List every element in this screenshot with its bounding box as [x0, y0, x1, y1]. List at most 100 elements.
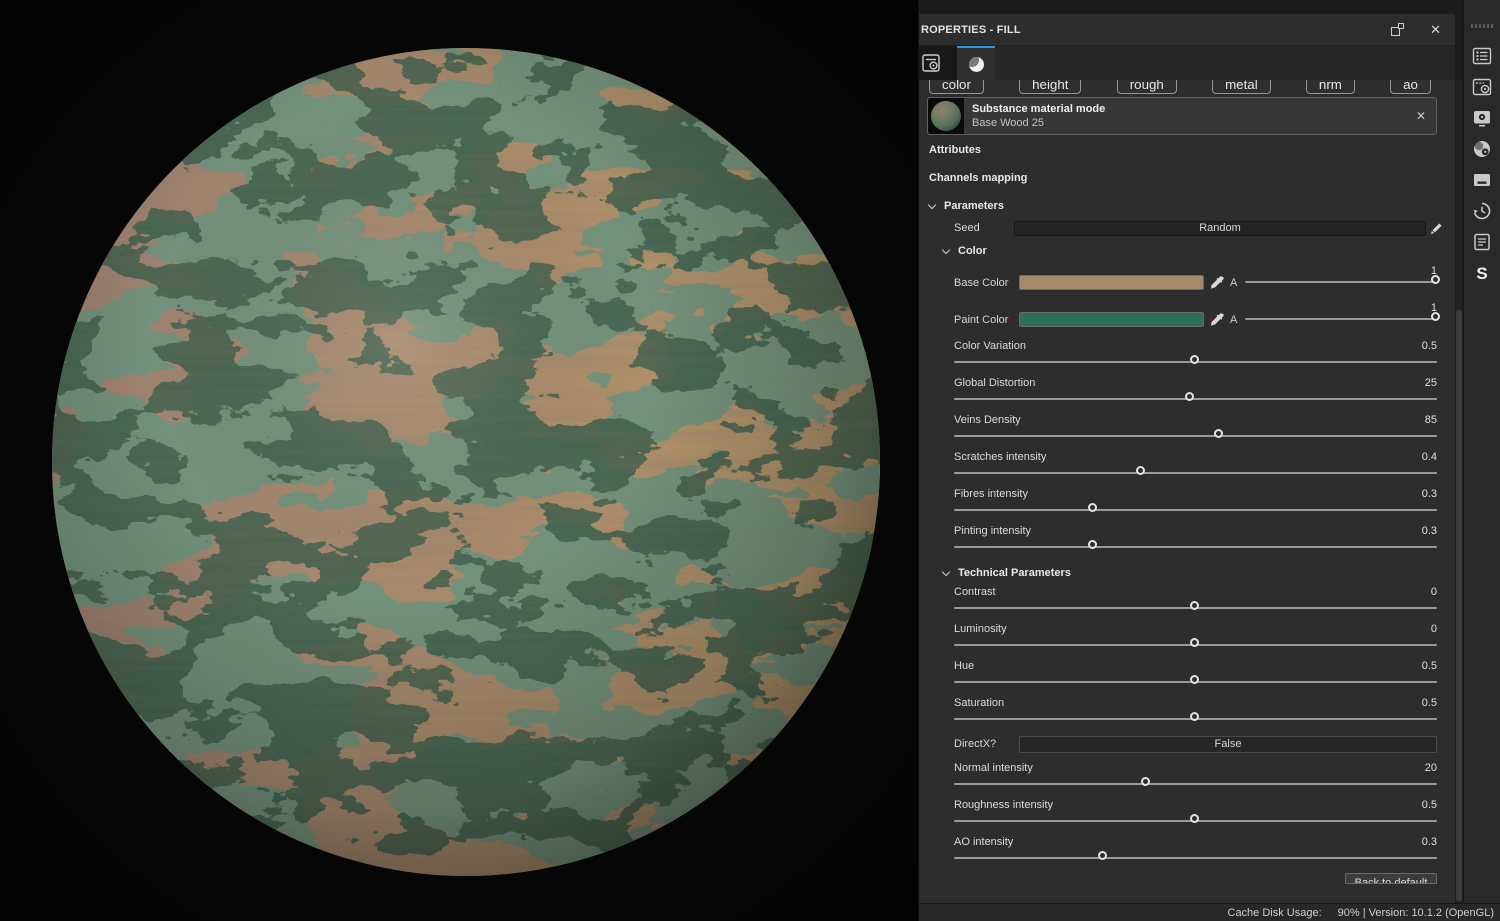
- section-technical-parameters[interactable]: Technical Parameters: [919, 562, 1455, 584]
- tab-material-preview[interactable]: [957, 46, 995, 80]
- viewer-icon[interactable]: [1470, 168, 1494, 192]
- section-channels-mapping[interactable]: Channels mapping: [919, 165, 1455, 191]
- slider-luminosity: Luminosity 0: [919, 621, 1455, 654]
- slider-pinting-intensity: Pinting intensity 0.3: [919, 523, 1455, 556]
- undock-icon[interactable]: [1391, 23, 1405, 36]
- slider[interactable]: [954, 776, 1437, 793]
- directx-dropdown[interactable]: False: [1019, 735, 1437, 753]
- slider-color-variation: Color Variation 0.5: [919, 338, 1455, 371]
- slider-veins-density: Veins Density 85: [919, 412, 1455, 445]
- status-bar: Cache Disk Usage: 90% | Version: 10.1.2 …: [919, 903, 1500, 921]
- section-parameters[interactable]: Parameters: [919, 193, 1455, 219]
- material-card[interactable]: Substance material mode Base Wood 25 ✕: [927, 97, 1437, 135]
- section-color[interactable]: Color: [919, 238, 1455, 264]
- material-mode-label: Substance material mode: [972, 103, 1106, 115]
- channel-metal-button[interactable]: metal: [1212, 80, 1271, 94]
- channel-color-button[interactable]: color: [929, 80, 984, 94]
- paint-color-alpha-value: 1: [1430, 302, 1437, 314]
- panel-scrollbar[interactable]: [1455, 0, 1463, 903]
- material-remove-icon[interactable]: ✕: [1416, 109, 1426, 123]
- base-color-alpha-slider[interactable]: [1245, 274, 1440, 291]
- slider[interactable]: [954, 850, 1437, 867]
- log-icon[interactable]: [1470, 230, 1494, 254]
- slider-handle[interactable]: [1088, 540, 1098, 549]
- slider[interactable]: [954, 354, 1437, 371]
- slider-global-distortion: Global Distortion 25: [919, 375, 1455, 408]
- channel-buttons: color height rough metal nrm ao: [919, 80, 1455, 94]
- channel-rough-button[interactable]: rough: [1116, 80, 1177, 94]
- alpha-label: A: [1230, 313, 1238, 326]
- chevron-down-icon: [941, 245, 951, 254]
- eyedropper-icon[interactable]: [1211, 276, 1224, 289]
- material-sphere-preview: [52, 48, 880, 876]
- section-attributes[interactable]: Attributes: [919, 137, 1455, 163]
- slider[interactable]: [954, 428, 1437, 445]
- slider-handle[interactable]: [1189, 675, 1199, 684]
- slider[interactable]: [954, 600, 1437, 617]
- slider-fibres-intensity: Fibres intensity 0.3: [919, 486, 1455, 519]
- viewport-3d[interactable]: [0, 0, 918, 921]
- slider-handle[interactable]: [1097, 851, 1107, 860]
- properties-panel: ROPERTIES - FILL ✕ color height rough me…: [919, 0, 1455, 903]
- substance-logo-icon[interactable]: S: [1470, 261, 1494, 285]
- eyedropper-icon[interactable]: [1211, 313, 1224, 326]
- channel-height-button[interactable]: height: [1019, 80, 1082, 94]
- back-to-default-button[interactable]: Back to default values: [1345, 873, 1437, 884]
- panel-title: ROPERTIES - FILL: [921, 23, 1021, 36]
- slider-handle[interactable]: [1189, 601, 1199, 610]
- slider-roughness-intensity: Roughness intensity 0.5: [919, 797, 1455, 830]
- paint-color-swatch[interactable]: [1019, 312, 1204, 327]
- paint-color-alpha-slider[interactable]: [1245, 311, 1440, 328]
- alpha-label: A: [1230, 276, 1238, 289]
- tab-fill-settings[interactable]: [919, 46, 957, 80]
- close-icon[interactable]: ✕: [1430, 23, 1441, 36]
- slider[interactable]: [954, 813, 1437, 830]
- base-color-swatch[interactable]: [1019, 275, 1204, 290]
- slider[interactable]: [954, 637, 1437, 654]
- slider[interactable]: [954, 674, 1437, 691]
- panel-content: color height rough metal nrm ao Substanc…: [919, 80, 1455, 903]
- slider-handle[interactable]: [1184, 392, 1194, 401]
- material-thumbnail-sphere: [931, 101, 961, 131]
- paint-color-label: Paint Color: [954, 313, 1009, 326]
- slider[interactable]: [954, 539, 1437, 556]
- slider-handle[interactable]: [1189, 712, 1199, 721]
- chevron-down-icon: [941, 567, 951, 576]
- cache-disk-usage-label: Cache Disk Usage:: [1227, 906, 1322, 919]
- slider-handle[interactable]: [1189, 814, 1199, 823]
- slider[interactable]: [954, 502, 1437, 519]
- directx-row: DirectX? False: [919, 734, 1455, 754]
- channel-nrm-button[interactable]: nrm: [1305, 80, 1355, 94]
- right-dock: ROPERTIES - FILL ✕ color height rough me…: [918, 0, 1500, 921]
- panel-titlebar[interactable]: ROPERTIES - FILL ✕: [919, 14, 1455, 46]
- slider-contrast: Contrast 0: [919, 584, 1455, 617]
- outputs-list-icon[interactable]: [1470, 44, 1494, 68]
- history-icon[interactable]: [1470, 199, 1494, 223]
- slider-handle[interactable]: [1189, 638, 1199, 647]
- edit-pencil-icon[interactable]: [1431, 222, 1443, 234]
- dock-toolbar: S: [1463, 0, 1500, 903]
- slider[interactable]: [954, 391, 1437, 408]
- chevron-down-icon: [927, 200, 937, 209]
- slider[interactable]: [954, 465, 1437, 482]
- slider-handle[interactable]: [1088, 503, 1098, 512]
- base-color-alpha-value: 1: [1430, 265, 1437, 277]
- seed-random-button[interactable]: Random: [1014, 220, 1426, 236]
- channel-ao-button[interactable]: ao: [1390, 80, 1431, 94]
- sliders-gear-icon: [922, 54, 940, 72]
- drag-handle-icon[interactable]: [1471, 24, 1493, 28]
- slider-handle[interactable]: [1213, 429, 1223, 438]
- environment-icon[interactable]: [1470, 137, 1494, 161]
- slider-handle[interactable]: [1189, 355, 1199, 364]
- slider[interactable]: [954, 711, 1437, 728]
- base-color-row: Base Color A 1: [919, 264, 1455, 301]
- scrollbar-thumb[interactable]: [1456, 310, 1462, 901]
- slider-ao-intensity: AO intensity 0.3: [919, 834, 1455, 867]
- base-color-label: Base Color: [954, 276, 1009, 289]
- directx-label: DirectX?: [954, 738, 997, 750]
- paint-color-row: Paint Color A 1: [919, 301, 1455, 338]
- material-name: Base Wood 25: [972, 117, 1044, 129]
- display-settings-icon[interactable]: [1470, 106, 1494, 130]
- seed-row: Seed Random: [919, 220, 1455, 236]
- fill-settings-icon[interactable]: [1470, 75, 1494, 99]
